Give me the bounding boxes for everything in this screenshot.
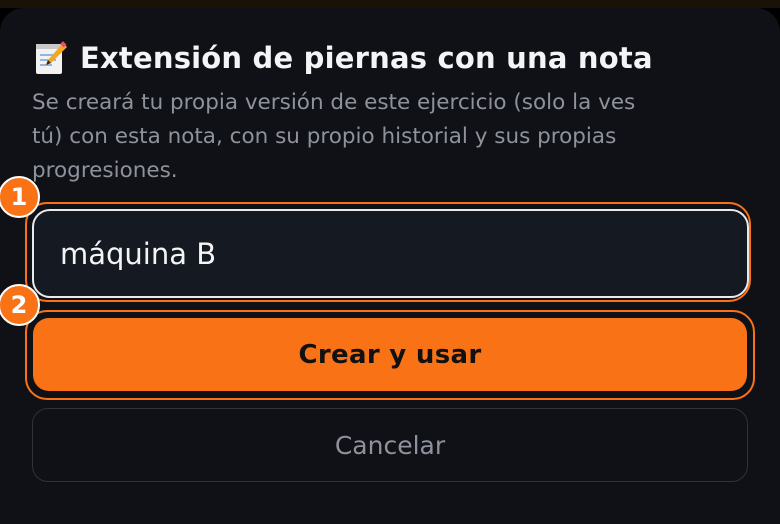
- step-badge-2: 2: [0, 284, 40, 326]
- dialog-header: Extensión de piernas con una nota: [32, 38, 653, 78]
- dialog-title: Extensión de piernas con una nota: [80, 41, 653, 75]
- note-input[interactable]: máquina B: [32, 209, 749, 298]
- cancel-button[interactable]: Cancelar: [32, 408, 748, 482]
- sheet-backdrop: [0, 0, 780, 8]
- create-and-use-button[interactable]: Crear y usar: [33, 318, 747, 391]
- memo-icon: [32, 40, 68, 76]
- dialog-description: Se creará tu propia versión de este ejer…: [32, 90, 636, 183]
- step-badge-1: 1: [0, 176, 40, 218]
